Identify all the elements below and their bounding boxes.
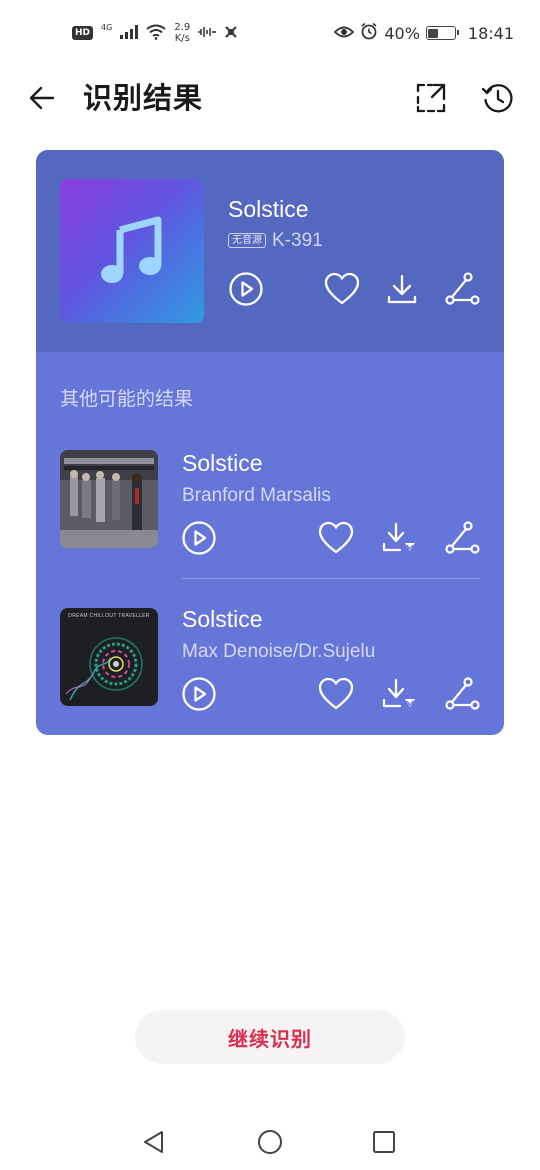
speed-unit: K/s bbox=[174, 33, 190, 44]
heart-icon bbox=[318, 677, 354, 710]
heart-icon bbox=[324, 272, 360, 305]
result-1-share-button[interactable] bbox=[442, 518, 482, 558]
play-icon bbox=[229, 272, 263, 306]
top-result[interactable]: Solstice 无音源 K-391 bbox=[36, 150, 504, 352]
notification-icon bbox=[224, 25, 238, 42]
audio-wave-icon bbox=[198, 26, 217, 41]
circle-home-icon bbox=[258, 1130, 282, 1154]
history-button[interactable] bbox=[478, 78, 518, 118]
share-icon bbox=[445, 521, 480, 554]
speed-value: 2.9 bbox=[174, 22, 191, 33]
top-share-button[interactable] bbox=[442, 269, 482, 309]
result-1-download-vip-button[interactable] bbox=[380, 518, 420, 558]
album-art-image bbox=[65, 637, 143, 701]
nav-back-button[interactable] bbox=[134, 1122, 174, 1162]
system-nav-bar bbox=[0, 1112, 540, 1170]
result-1-title: Solstice bbox=[182, 450, 263, 476]
share-icon bbox=[445, 272, 480, 305]
top-download-button[interactable] bbox=[382, 269, 422, 309]
eye-icon bbox=[334, 24, 355, 43]
wifi-icon bbox=[146, 24, 166, 43]
top-favorite-button[interactable] bbox=[322, 269, 362, 309]
download-icon bbox=[387, 274, 417, 304]
fullscreen-expand-icon bbox=[416, 83, 446, 113]
download-vip-icon bbox=[382, 522, 415, 552]
result-2-share-button[interactable] bbox=[442, 674, 482, 714]
battery-percent: 40% bbox=[384, 23, 420, 43]
network-speed: 2.9 K/s bbox=[174, 22, 190, 44]
square-recents-icon bbox=[373, 1131, 395, 1153]
result-1-artist: Branford Marsalis bbox=[182, 485, 331, 506]
clock-time: 18:41 bbox=[467, 23, 514, 43]
triangle-back-icon bbox=[144, 1131, 163, 1153]
album-cover-text: DREAM CHILLOUT TRAVELLER bbox=[68, 613, 150, 619]
album-art-image bbox=[60, 450, 158, 548]
battery-icon bbox=[425, 26, 459, 40]
result-2-play-button[interactable] bbox=[179, 674, 219, 714]
download-vip-icon bbox=[382, 678, 415, 708]
result-2-favorite-button[interactable] bbox=[316, 674, 356, 714]
back-button[interactable] bbox=[24, 80, 60, 116]
battery-fill bbox=[428, 28, 438, 38]
top-play-button[interactable] bbox=[226, 269, 266, 309]
play-icon bbox=[182, 521, 216, 555]
top-result-cover bbox=[60, 179, 204, 323]
share-icon bbox=[445, 677, 480, 710]
result-2-download-vip-button[interactable] bbox=[380, 674, 420, 714]
continue-recognition-button[interactable]: 继续识别 bbox=[135, 1010, 405, 1064]
divider bbox=[182, 578, 480, 579]
play-icon bbox=[182, 677, 216, 711]
result-1-play-button[interactable] bbox=[179, 518, 219, 558]
fullscreen-button[interactable] bbox=[411, 78, 451, 118]
status-bar: HD 4G 2.9 K/s 40% 18:41 bbox=[0, 0, 540, 66]
result-1-favorite-button[interactable] bbox=[316, 518, 356, 558]
alarm-icon bbox=[360, 22, 378, 44]
status-left: HD 4G 2.9 K/s bbox=[72, 20, 238, 46]
result-card: Solstice 无音源 K-391 其他可能的结果 Solstice Bran… bbox=[36, 150, 504, 735]
no-source-tag: 无音源 bbox=[228, 233, 266, 248]
heart-icon bbox=[318, 521, 354, 554]
album-cover-max-denoise: DREAM CHILLOUT TRAVELLER bbox=[60, 608, 158, 706]
signal-icon bbox=[120, 24, 139, 42]
top-result-title: Solstice bbox=[228, 196, 309, 222]
network-type: 4G bbox=[101, 22, 113, 32]
top-result-subtitle-row: 无音源 K-391 bbox=[228, 230, 323, 252]
status-right: 40% 18:41 bbox=[334, 20, 514, 46]
page-title: 识别结果 bbox=[83, 81, 204, 115]
header: 识别结果 bbox=[0, 70, 540, 126]
album-cover-branford bbox=[60, 450, 158, 548]
music-note-icon bbox=[101, 216, 162, 283]
back-arrow-icon bbox=[29, 86, 55, 110]
result-2-artist: Max Denoise/Dr.Sujelu bbox=[182, 641, 376, 662]
other-results-label: 其他可能的结果 bbox=[60, 388, 194, 410]
nav-recents-button[interactable] bbox=[364, 1122, 404, 1162]
hd-badge: HD bbox=[72, 26, 94, 40]
result-2-title: Solstice bbox=[182, 606, 263, 632]
top-result-artist: K-391 bbox=[272, 230, 323, 251]
history-clock-icon bbox=[481, 84, 513, 113]
nav-home-button[interactable] bbox=[250, 1122, 290, 1162]
